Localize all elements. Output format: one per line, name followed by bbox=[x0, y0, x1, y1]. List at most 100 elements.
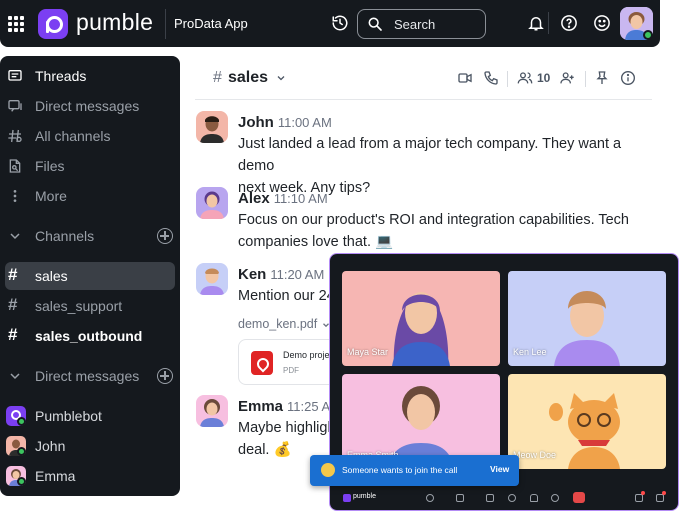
avatar[interactable] bbox=[196, 187, 228, 219]
hash-icon: # bbox=[8, 265, 18, 284]
participant-name: Meow Doe bbox=[513, 450, 557, 460]
file-title: Demo proje bbox=[283, 350, 330, 360]
end-call-button[interactable] bbox=[573, 492, 585, 503]
message-time: 11:00 AM bbox=[277, 115, 332, 130]
online-status-indicator bbox=[643, 30, 653, 40]
channel-label: sales_outbound bbox=[35, 328, 143, 344]
hash-icon: # bbox=[8, 325, 18, 344]
sidebar: Threads Direct messages All channels Fil… bbox=[0, 56, 180, 496]
dm-item-john[interactable]: John bbox=[0, 432, 180, 460]
channel-title[interactable]: sales bbox=[228, 69, 268, 87]
pumble-logo-icon bbox=[343, 494, 351, 502]
participant-tile[interactable]: Ken Lee bbox=[508, 271, 666, 366]
message-author[interactable]: Ken 11:20 AM bbox=[238, 266, 324, 283]
hash-icon: # bbox=[213, 69, 222, 86]
add-member-icon[interactable] bbox=[559, 70, 575, 86]
pumble-logo-icon bbox=[38, 9, 68, 39]
microphone-icon[interactable] bbox=[426, 494, 434, 502]
reaction-icon[interactable] bbox=[551, 494, 559, 502]
toast-message: Someone wants to join the call bbox=[342, 465, 458, 475]
sidebar-item-all-channels[interactable]: All channels bbox=[0, 122, 180, 150]
history-icon[interactable] bbox=[331, 14, 349, 32]
channel-item-sales[interactable]: # sales bbox=[5, 262, 175, 290]
participant-tile[interactable]: Meow Doe bbox=[508, 374, 666, 469]
dm-label: John bbox=[35, 438, 66, 454]
search-icon bbox=[368, 17, 382, 31]
search-input[interactable]: Search bbox=[357, 9, 486, 39]
avatar[interactable] bbox=[196, 395, 228, 427]
pin-icon[interactable] bbox=[594, 70, 610, 86]
message-time: 11:20 AM bbox=[270, 267, 325, 282]
dm-item-emma[interactable]: Emma bbox=[0, 462, 180, 490]
participant-tile[interactable]: Maya Star bbox=[342, 271, 500, 366]
app-name: pumble bbox=[76, 9, 154, 35]
notification-badge bbox=[641, 491, 645, 495]
pumble-app: pumble ProData App Search Threads Direct… bbox=[0, 0, 685, 517]
avatar[interactable] bbox=[196, 263, 228, 295]
add-channel-icon[interactable] bbox=[157, 228, 173, 244]
pdf-icon bbox=[251, 351, 273, 375]
sidebar-item-label: More bbox=[35, 188, 67, 204]
hash-icon: # bbox=[8, 295, 18, 314]
participant-name: Ken Lee bbox=[513, 347, 547, 357]
channel-label: sales_support bbox=[35, 298, 123, 314]
avatar[interactable] bbox=[196, 111, 228, 143]
message-time: 11:10 AM bbox=[273, 191, 328, 206]
sidebar-item-threads[interactable]: Threads bbox=[0, 62, 180, 90]
bell-icon[interactable] bbox=[527, 14, 545, 32]
workspace-name[interactable]: ProData App bbox=[174, 16, 248, 31]
online-status-indicator bbox=[17, 417, 26, 426]
sidebar-item-label: Threads bbox=[35, 68, 87, 84]
attachment-filename: demo_ken.pdf bbox=[238, 317, 318, 331]
channel-item-sales-support[interactable]: # sales_support bbox=[0, 292, 180, 320]
more-icon bbox=[13, 190, 17, 202]
search-placeholder: Search bbox=[394, 17, 436, 32]
message-author[interactable]: Alex 11:10 AM bbox=[238, 190, 328, 207]
files-icon bbox=[9, 159, 21, 173]
sidebar-item-more[interactable]: More bbox=[0, 182, 180, 210]
app-grid-icon[interactable] bbox=[8, 16, 24, 32]
direct-messages-icon bbox=[8, 100, 22, 112]
message-text: Focus on our product's ROI and integrati… bbox=[238, 212, 629, 250]
divider bbox=[507, 71, 508, 87]
screen-share-icon[interactable] bbox=[486, 494, 494, 502]
emoji-status-icon[interactable] bbox=[593, 14, 611, 32]
help-icon[interactable] bbox=[560, 14, 578, 32]
participants-icon[interactable] bbox=[635, 494, 643, 502]
chevron-down-icon[interactable] bbox=[275, 72, 287, 84]
divider bbox=[548, 12, 549, 34]
dm-label: Emma bbox=[35, 468, 76, 484]
all-channels-icon bbox=[8, 129, 22, 143]
members-icon[interactable] bbox=[517, 70, 533, 86]
channel-item-sales-outbound[interactable]: # sales_outbound bbox=[0, 322, 180, 350]
join-request-toast: Someone wants to join the call View bbox=[310, 455, 519, 486]
chevron-down-icon bbox=[10, 233, 20, 240]
chat-icon[interactable] bbox=[656, 494, 664, 502]
phone-call-icon[interactable] bbox=[483, 70, 499, 86]
dm-item-pumblebot[interactable]: Pumblebot bbox=[0, 402, 180, 430]
view-button[interactable]: View bbox=[490, 464, 509, 474]
video-call-icon[interactable] bbox=[457, 70, 473, 86]
camera-icon[interactable] bbox=[456, 494, 464, 502]
add-dm-icon[interactable] bbox=[157, 368, 173, 384]
online-status-indicator bbox=[17, 477, 26, 486]
sidebar-item-label: Files bbox=[35, 158, 65, 174]
info-icon[interactable] bbox=[620, 70, 636, 86]
top-bar: pumble ProData App Search bbox=[0, 0, 660, 47]
file-type: PDF bbox=[283, 366, 299, 375]
sidebar-item-direct-messages[interactable]: Direct messages bbox=[0, 92, 180, 120]
divider bbox=[585, 71, 586, 87]
message-author[interactable]: Emma 11:25 AM bbox=[238, 398, 341, 415]
channels-section-header[interactable]: Channels bbox=[0, 222, 180, 250]
settings-icon[interactable] bbox=[508, 494, 516, 502]
sidebar-item-label: All channels bbox=[35, 128, 111, 144]
section-label: Direct messages bbox=[35, 368, 140, 384]
sidebar-item-files[interactable]: Files bbox=[0, 152, 180, 180]
raise-hand-icon[interactable] bbox=[530, 494, 538, 502]
message-author[interactable]: John 11:00 AM bbox=[238, 114, 332, 131]
sidebar-item-label: Direct messages bbox=[35, 98, 140, 114]
dm-section-header[interactable]: Direct messages bbox=[0, 362, 180, 390]
threads-icon bbox=[8, 70, 22, 81]
channel-header: # sales 10 bbox=[195, 60, 652, 100]
members-count[interactable]: 10 bbox=[537, 71, 550, 85]
